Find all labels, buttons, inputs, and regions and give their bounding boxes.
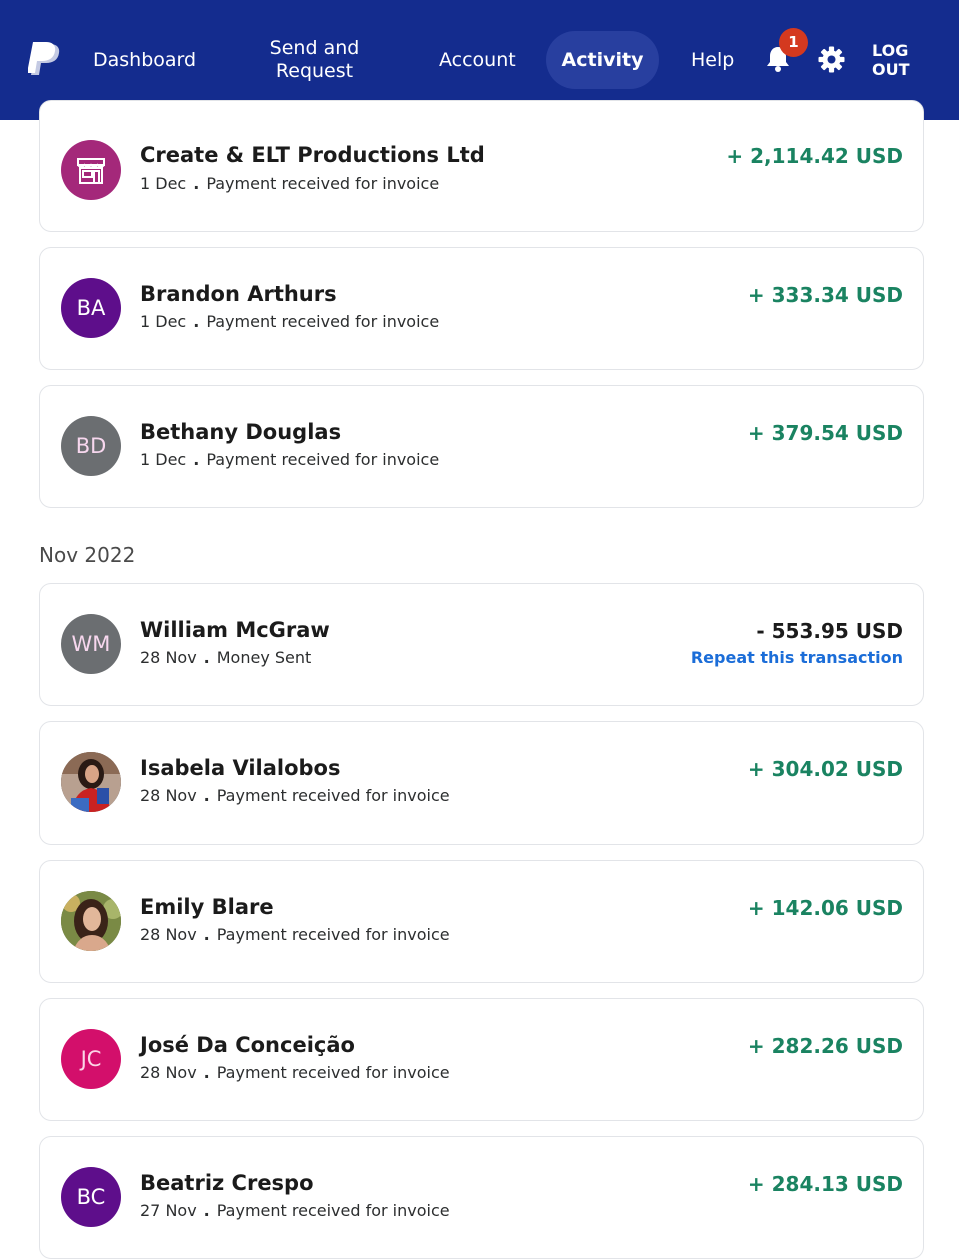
transaction-amount: + 284.13 USD — [747, 1172, 903, 1196]
transaction-date: 28 Nov — [140, 1063, 197, 1082]
transaction-description: Payment received for invoice — [216, 925, 450, 944]
transaction-date: 1 Dec — [140, 174, 187, 193]
transaction-amount: + 282.26 USD — [747, 1034, 903, 1058]
nav-activity-active[interactable]: Activity — [546, 31, 659, 89]
month-heading: Nov 2022 — [39, 543, 136, 567]
transaction-card[interactable]: WM William McGraw 28 Nov. Money Sent - 55… — [39, 583, 924, 706]
meta-separator: . — [193, 174, 200, 193]
meta-separator: . — [203, 648, 210, 667]
transaction-card[interactable]: BC Beatriz Crespo 27 Nov. Payment receive… — [39, 1136, 924, 1259]
transaction-description: Payment received for invoice — [216, 1201, 450, 1220]
transaction-name: Isabela Vilalobos — [140, 756, 341, 780]
settings-gear-icon[interactable] — [818, 46, 845, 73]
paypal-logo-icon[interactable] — [28, 42, 62, 80]
transaction-meta: 28 Nov. Payment received for invoice — [140, 786, 450, 805]
transaction-card[interactable]: BD Bethany Douglas 1 Dec. Payment receive… — [39, 385, 924, 508]
nav-send-label-line1: Send and — [269, 37, 360, 59]
profile-photo-avatar — [61, 891, 121, 951]
transaction-meta: 28 Nov. Payment received for invoice — [140, 925, 450, 944]
transaction-description: Payment received for invoice — [216, 1063, 450, 1082]
transaction-name: Beatriz Crespo — [140, 1171, 314, 1195]
meta-separator: . — [193, 450, 200, 469]
transaction-date: 1 Dec — [140, 312, 187, 331]
transaction-date: 1 Dec — [140, 450, 187, 469]
transaction-description: Money Sent — [216, 648, 312, 667]
transaction-date: 27 Nov — [140, 1201, 197, 1220]
logout-button[interactable]: LOG OUT — [872, 41, 916, 79]
transaction-description: Payment received for invoice — [216, 786, 450, 805]
notification-count-badge: 1 — [779, 28, 808, 57]
initials-avatar: WM — [61, 614, 121, 674]
transaction-date: 28 Nov — [140, 925, 197, 944]
transaction-meta: 1 Dec. Payment received for invoice — [140, 312, 439, 331]
transaction-name: Bethany Douglas — [140, 420, 342, 444]
transaction-amount: + 304.02 USD — [747, 757, 903, 781]
meta-separator: . — [203, 925, 210, 944]
storefront-icon — [77, 158, 105, 184]
transaction-card[interactable]: BA Brandon Arthurs 1 Dec. Payment receive… — [39, 247, 924, 370]
transaction-description: Payment received for invoice — [206, 312, 440, 331]
transaction-date: 28 Nov — [140, 786, 197, 805]
transaction-amount: + 2,114.42 USD — [726, 144, 903, 168]
transaction-name: William McGraw — [140, 618, 330, 642]
transaction-meta: 28 Nov. Money Sent — [140, 648, 311, 667]
transaction-amount: - 553.95 USD — [756, 619, 903, 643]
transaction-name: José Da Conceição — [140, 1033, 355, 1057]
transaction-amount: + 142.06 USD — [747, 896, 903, 920]
initials-avatar: BD — [61, 416, 121, 476]
meta-separator: . — [203, 786, 210, 805]
transaction-meta: 1 Dec. Payment received for invoice — [140, 450, 439, 469]
nav-help[interactable]: Help — [691, 49, 734, 72]
transaction-card[interactable]: JC José Da Conceição 28 Nov. Payment rece… — [39, 998, 924, 1121]
logout-label-line1: LOG — [872, 41, 909, 60]
transaction-amount: + 379.54 USD — [747, 421, 903, 445]
repeat-transaction-link[interactable]: Repeat this transaction — [691, 648, 903, 667]
meta-separator: . — [203, 1201, 210, 1220]
profile-photo — [61, 752, 121, 812]
nav-send-and-request[interactable]: Send and Request — [258, 37, 371, 83]
transaction-card[interactable]: Isabela Vilalobos 28 Nov. Payment receive… — [39, 721, 924, 845]
profile-photo-avatar — [61, 752, 121, 812]
transaction-meta: 27 Nov. Payment received for invoice — [140, 1201, 450, 1220]
transaction-meta: 1 Dec. Payment received for invoice — [140, 174, 439, 193]
initials-avatar: BA — [61, 278, 121, 338]
transaction-description: Payment received for invoice — [206, 174, 440, 193]
transaction-meta: 28 Nov. Payment received for invoice — [140, 1063, 450, 1082]
transaction-name: Create & ELT Productions Ltd — [140, 143, 485, 167]
transaction-name: Brandon Arthurs — [140, 282, 337, 306]
logout-label-line2: OUT — [872, 60, 910, 79]
meta-separator: . — [193, 312, 200, 331]
transaction-description: Payment received for invoice — [206, 450, 440, 469]
initials-avatar: BC — [61, 1167, 121, 1227]
nav-send-label-line2: Request — [275, 60, 354, 82]
transaction-card[interactable]: Emily Blare 28 Nov. Payment received for … — [39, 860, 924, 983]
transaction-date: 28 Nov — [140, 648, 197, 667]
meta-separator: . — [203, 1063, 210, 1082]
initials-avatar: JC — [61, 1029, 121, 1089]
business-avatar — [61, 140, 121, 200]
nav-account[interactable]: Account — [439, 49, 516, 72]
nav-dashboard[interactable]: Dashboard — [93, 49, 196, 72]
transaction-amount: + 333.34 USD — [747, 283, 903, 307]
profile-photo — [61, 891, 121, 951]
transaction-name: Emily Blare — [140, 895, 274, 919]
transaction-card[interactable]: Create & ELT Productions Ltd 1 Dec. Payme… — [39, 100, 924, 232]
